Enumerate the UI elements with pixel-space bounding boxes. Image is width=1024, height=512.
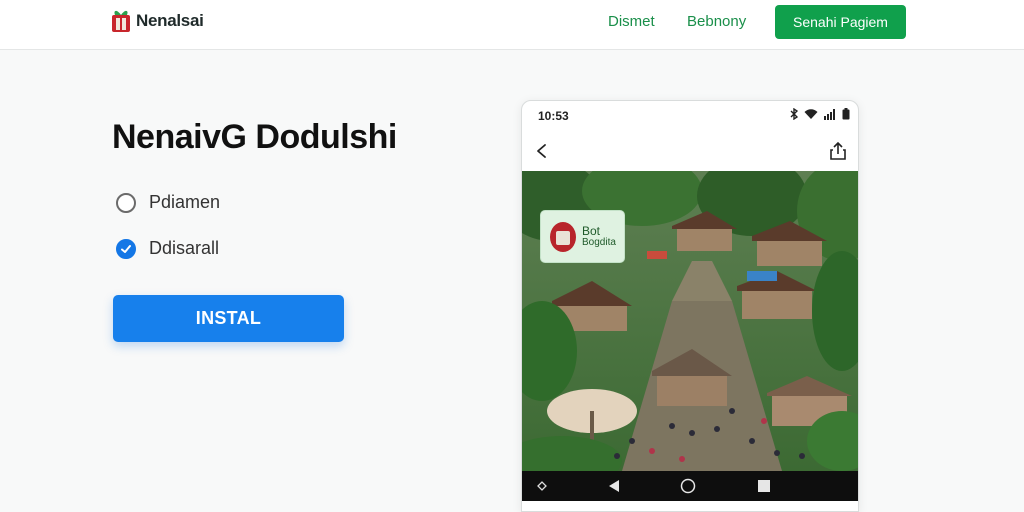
phone-nav-bar: [522, 471, 858, 501]
nav-link-bebnony[interactable]: Bebnony: [687, 13, 746, 30]
radio-checked[interactable]: [116, 238, 136, 259]
install-button[interactable]: INSTAL: [113, 295, 344, 342]
badge-subtitle: Bogdita: [582, 236, 616, 248]
back-arrow-icon[interactable]: [530, 139, 554, 163]
brand-name: Nenalsai: [136, 11, 204, 30]
wifi-icon: [804, 108, 818, 119]
nav-home-icon[interactable]: [680, 478, 696, 494]
top-header: Nenalsai Dismet Bebnony Senahi Pagiem: [0, 0, 1024, 50]
cta-button[interactable]: Senahi Pagiem: [775, 5, 906, 39]
radio-unchecked[interactable]: [116, 192, 136, 213]
phone-status-bar: 10:53: [522, 101, 858, 131]
rotate-icon[interactable]: [534, 478, 550, 494]
signal-icon: [824, 108, 835, 120]
brand-logo[interactable]: Nenalsai: [110, 8, 204, 34]
phone-bottom-strip: [522, 501, 858, 511]
battery-icon: [842, 108, 850, 120]
badge-logo-icon: [550, 221, 576, 252]
option-label: Ddisarall: [149, 238, 220, 258]
nav-recents-icon[interactable]: [756, 478, 772, 494]
app-badge: Bot Bogdita: [540, 210, 625, 263]
option-row-2[interactable]: Ddisarall: [116, 238, 219, 259]
option-row-1[interactable]: Pdiamen: [116, 192, 220, 213]
brand-logo-icon: [110, 9, 132, 33]
option-label: Pdiamen: [149, 192, 221, 212]
phone-app-bar: [522, 131, 858, 171]
phone-mockup: 10:53 Bot Bogdita: [521, 100, 859, 512]
status-time: 10:53: [538, 109, 569, 123]
nav-back-icon[interactable]: [606, 478, 622, 494]
nav-link-dismet[interactable]: Dismet: [608, 13, 655, 30]
bluetooth-icon: [790, 108, 798, 120]
status-icons: [790, 108, 850, 120]
share-icon[interactable]: [826, 139, 850, 163]
badge-title: Bot: [582, 223, 601, 238]
page-title: NenaivG Dodulshi: [112, 118, 397, 156]
check-icon: [121, 244, 131, 253]
